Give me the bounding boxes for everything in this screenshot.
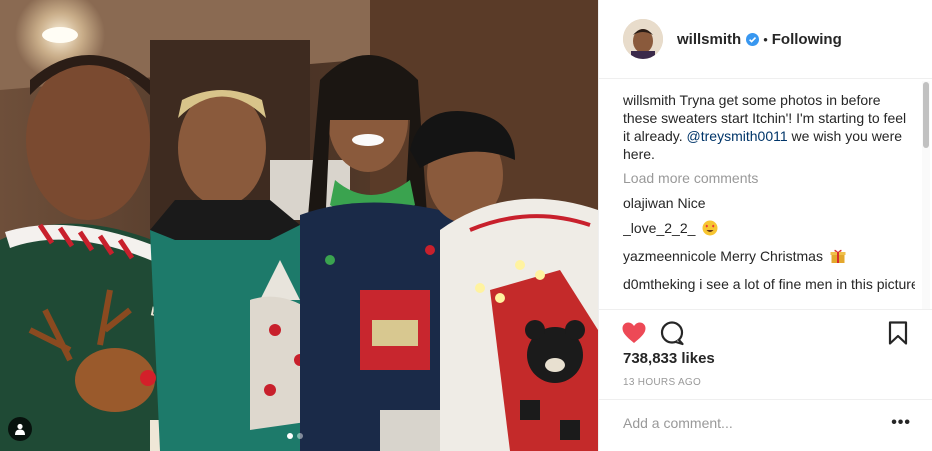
instagram-post: Deck Halls Witch (0, 0, 932, 451)
load-more-comments-button[interactable]: Load more comments (623, 169, 915, 187)
comment-item: olajiwan Nice (623, 194, 915, 212)
post-header: willsmith • Following (599, 0, 932, 79)
add-comment-input[interactable] (623, 415, 873, 431)
post-timestamp[interactable]: 13 HOURS AGO (623, 377, 701, 388)
likes-count[interactable]: 738,833 likes (623, 350, 715, 367)
comment-item: yazmeennicole Merry Christmas (623, 247, 915, 268)
comments-scrollbar-thumb[interactable] (923, 82, 929, 148)
verified-badge-icon (746, 32, 760, 46)
comment-username[interactable]: _love_2_2_ (623, 220, 695, 236)
carousel-indicator (287, 433, 303, 439)
comment-username[interactable]: d0mtheking (623, 276, 695, 292)
caption-mention-link[interactable]: @treysmith0011 (687, 128, 788, 144)
carousel-dot (297, 433, 303, 439)
comment-text: Merry Christmas (720, 248, 823, 264)
comment-text: i see a lot of fine men in this picture (699, 276, 915, 292)
caption-username[interactable]: willsmith (623, 92, 676, 108)
carousel-dot-active (287, 433, 293, 439)
comments-list[interactable]: willsmith Tryna get some photos in befor… (623, 91, 915, 309)
comment-text: Nice (677, 195, 706, 211)
post-side-panel: willsmith • Following willsmith Tryna ge… (598, 0, 932, 451)
caption: willsmith Tryna get some photos in befor… (623, 91, 915, 163)
post-photo[interactable]: Deck Halls Witch (0, 0, 598, 451)
comment-item: _love_2_2_ (623, 219, 915, 240)
heart-eyes-emoji-icon (702, 220, 718, 240)
avatar[interactable] (623, 19, 663, 59)
more-options-icon[interactable]: ••• (891, 414, 911, 432)
comment-icon[interactable] (659, 320, 685, 346)
comment-username[interactable]: olajiwan (623, 195, 674, 211)
family-photo-illustration: Deck Halls Witch (0, 0, 598, 451)
bookmark-icon[interactable] (885, 320, 911, 346)
user-tag-icon[interactable] (8, 417, 32, 441)
comment-username[interactable]: yazmeennicole (623, 248, 716, 264)
heart-filled-icon[interactable] (621, 320, 647, 346)
comment-item: d0mtheking i see a lot of fine men in th… (623, 275, 915, 293)
header-separator: • (763, 31, 768, 47)
gift-emoji-icon (830, 248, 846, 268)
action-bar (599, 309, 932, 355)
add-comment-section: ••• (599, 399, 932, 451)
username-link[interactable]: willsmith (677, 31, 741, 48)
following-button[interactable]: Following (772, 31, 842, 48)
